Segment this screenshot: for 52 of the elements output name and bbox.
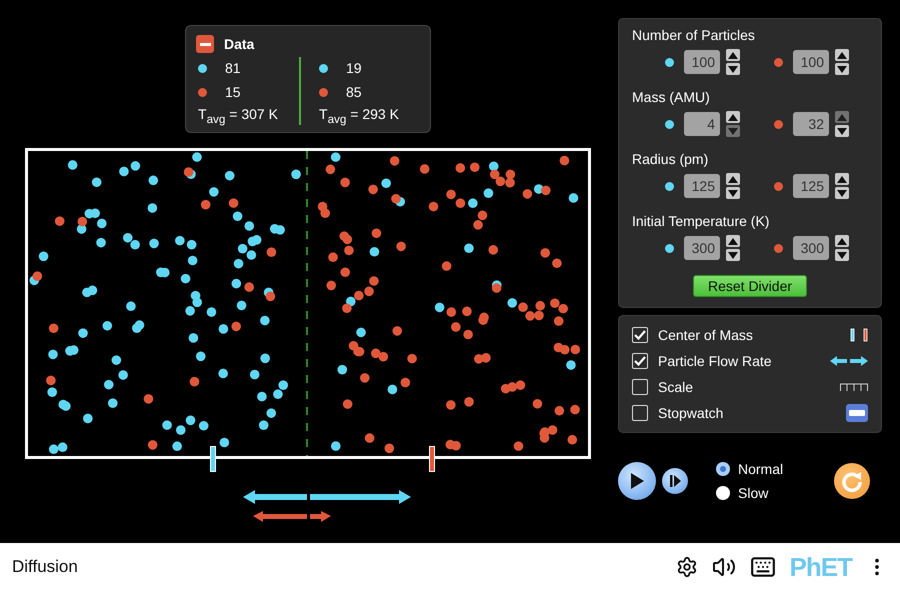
- settings-icon[interactable]: [676, 556, 698, 578]
- decrement-button[interactable]: [726, 249, 740, 261]
- sim-title: Diffusion: [12, 557, 79, 577]
- average-temperature: T$_{avg}$ = 307 K: [198, 106, 278, 126]
- decrement-button[interactable]: [726, 187, 740, 199]
- decrement-button[interactable]: [726, 63, 740, 75]
- play-button[interactable]: [618, 462, 656, 500]
- section-title: Mass (AMU): [632, 89, 711, 105]
- number-field[interactable]: 300: [684, 236, 720, 260]
- option-label: Scale: [658, 379, 694, 395]
- decrement-button[interactable]: [835, 125, 849, 137]
- play-icon: [630, 473, 644, 489]
- option-label: Center of Mass: [658, 327, 754, 343]
- number-field[interactable]: 4: [684, 112, 720, 136]
- particle-count: 85: [346, 84, 362, 100]
- speaker-icon[interactable]: [712, 555, 736, 579]
- checkbox[interactable]: [632, 353, 648, 369]
- checkbox[interactable]: [632, 327, 648, 343]
- center-of-mass-icon: [850, 328, 868, 342]
- section-title: Number of Particles: [632, 27, 756, 43]
- reset-divider-button[interactable]: Reset Divider: [693, 275, 807, 297]
- average-temperature: T$_{avg}$ = 293 K: [319, 106, 399, 126]
- section-title: Radius (pm): [632, 151, 710, 167]
- section-title: Initial Temperature (K): [632, 213, 770, 229]
- option-label: Particle Flow Rate: [658, 353, 773, 369]
- number-field[interactable]: 100: [684, 50, 720, 74]
- speed-radio[interactable]: Normal: [716, 461, 784, 477]
- decrement-button[interactable]: [835, 187, 849, 199]
- step-icon: [670, 475, 680, 487]
- collapse-button[interactable]: [196, 35, 214, 53]
- reset-all-button[interactable]: [834, 463, 870, 499]
- panel-title: Data: [224, 36, 254, 52]
- double-arrow-icon: [830, 356, 868, 366]
- number-field[interactable]: 32: [793, 112, 829, 136]
- checkbox[interactable]: [632, 405, 648, 421]
- decrement-button[interactable]: [835, 249, 849, 261]
- decrement-button[interactable]: [835, 63, 849, 75]
- checkbox[interactable]: [632, 379, 648, 395]
- increment-button[interactable]: [726, 111, 740, 123]
- reset-icon: [841, 470, 863, 492]
- number-field[interactable]: 300: [793, 236, 829, 260]
- speed-radio[interactable]: Slow: [716, 485, 784, 501]
- number-field[interactable]: 100: [793, 50, 829, 74]
- number-field[interactable]: 125: [793, 174, 829, 198]
- ruler-icon: [840, 383, 868, 391]
- particle-count: 15: [225, 84, 241, 100]
- option-label: Stopwatch: [658, 405, 724, 421]
- stopwatch-icon: [846, 404, 868, 422]
- number-field[interactable]: 125: [684, 174, 720, 198]
- particle-count: 19: [346, 60, 362, 76]
- particle-count: 81: [225, 60, 241, 76]
- step-button[interactable]: [662, 468, 688, 494]
